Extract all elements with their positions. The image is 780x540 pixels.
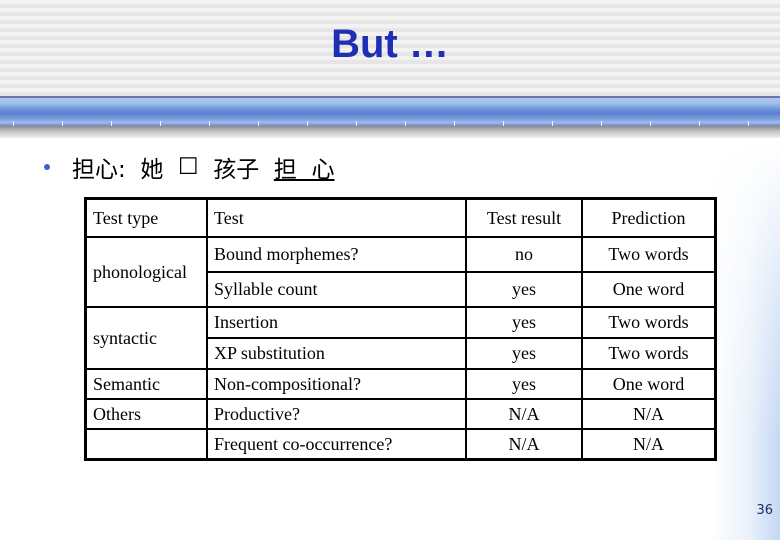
test-cell: Frequent co-occurrence? xyxy=(206,428,467,461)
test-cell: Productive? xyxy=(206,398,467,430)
result-cell: no xyxy=(465,236,583,273)
slide-title: But … xyxy=(331,22,449,66)
bar-tick xyxy=(356,121,357,126)
bar-tick xyxy=(160,121,161,126)
prediction-cell: Two words xyxy=(581,306,717,339)
test-cell: XP substitution xyxy=(206,337,467,370)
type-cell: Semantic xyxy=(84,368,208,400)
header-test-type: Test type xyxy=(84,197,208,238)
right-gradient-mask xyxy=(710,140,780,540)
result-cell: yes xyxy=(465,271,583,308)
bar-tick xyxy=(699,121,700,126)
header-bar xyxy=(0,98,780,126)
prediction-cell: One word xyxy=(581,271,717,308)
result-cell: yes xyxy=(465,337,583,370)
type-cell: syntactic xyxy=(84,306,208,370)
result-cell: N/A xyxy=(465,398,583,430)
table-header-row: Test type Test Test result Prediction xyxy=(84,197,717,238)
table-row: Semantic Non-compositional? yes One word xyxy=(84,368,717,400)
table-row: phonological Bound morphemes? no Two wor… xyxy=(84,236,717,308)
bar-tick xyxy=(748,121,749,126)
table-row: Frequent co-occurrence? N/A N/A xyxy=(84,428,717,461)
page-number: 36 xyxy=(756,503,773,518)
prediction-cell: Two words xyxy=(581,236,717,273)
bar-tick xyxy=(62,121,63,126)
test-cell: Non-compositional? xyxy=(206,368,467,400)
bullet-item: 担心: 她 ☐ 孩子 担 心 xyxy=(44,150,335,184)
type-cell: phonological xyxy=(84,236,208,308)
test-cell: Syllable count xyxy=(206,271,467,308)
header-prediction: Prediction xyxy=(581,197,717,238)
bar-tick xyxy=(503,121,504,126)
bullet-middle: 孩子 xyxy=(198,157,274,183)
bar-tick xyxy=(307,121,308,126)
result-cell: yes xyxy=(465,368,583,400)
table-row: syntactic Insertion yes Two words xyxy=(84,306,717,370)
test-cell: Bound morphemes? xyxy=(206,236,467,273)
box-glyph: ☐ xyxy=(178,154,199,180)
type-cell-empty xyxy=(84,428,208,461)
bar-tick xyxy=(650,121,651,126)
bar-tick xyxy=(258,121,259,126)
bar-tick xyxy=(209,121,210,126)
result-cell: N/A xyxy=(465,428,583,461)
bar-tick xyxy=(454,121,455,126)
test-cell: Insertion xyxy=(206,306,467,339)
table-row: Others Productive? N/A N/A xyxy=(84,398,717,430)
header-test: Test xyxy=(206,197,467,238)
header-test-result: Test result xyxy=(465,197,583,238)
bar-tick xyxy=(111,121,112,126)
bar-tick xyxy=(405,121,406,126)
prediction-cell: Two words xyxy=(581,337,717,370)
bar-tick xyxy=(13,121,14,126)
prediction-cell: One word xyxy=(581,368,717,400)
prediction-cell: N/A xyxy=(581,398,717,430)
header-bar-shadow xyxy=(0,126,780,138)
type-cell: Others xyxy=(84,398,208,430)
bullet-prefix: 担心: 她 xyxy=(72,157,178,183)
prediction-cell: N/A xyxy=(581,428,717,461)
bar-tick xyxy=(601,121,602,126)
test-table: Test type Test Test result Prediction ph… xyxy=(84,197,717,461)
bullet-underlined: 担 心 xyxy=(273,157,335,183)
bar-tick xyxy=(552,121,553,126)
result-cell: yes xyxy=(465,306,583,339)
bullet-icon xyxy=(44,164,50,170)
